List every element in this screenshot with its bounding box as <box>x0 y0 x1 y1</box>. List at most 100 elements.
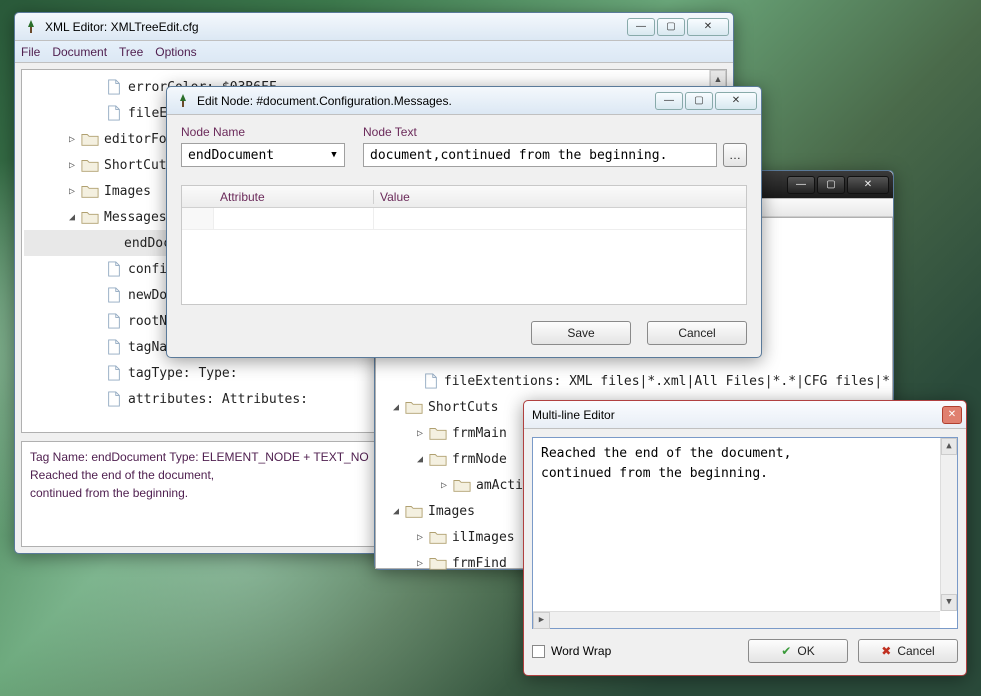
tree-label: Images <box>104 184 151 199</box>
tree-label: Images <box>428 504 475 519</box>
file-icon <box>104 390 124 408</box>
wordwrap-label: Word Wrap <box>551 644 611 658</box>
node-name-combo[interactable]: endDocument ▼ <box>181 143 345 167</box>
expander-icon[interactable] <box>90 107 102 119</box>
tree-label: tagType: Type: <box>128 366 238 381</box>
expander-icon[interactable] <box>90 263 102 275</box>
menu-tree[interactable]: Tree <box>119 45 143 59</box>
expander-icon[interactable]: ◢ <box>66 211 78 223</box>
expander-icon[interactable]: ◢ <box>390 505 402 517</box>
close-button[interactable]: ✕ <box>687 18 729 36</box>
tree-label: frmMain <box>452 426 507 441</box>
mle-title: Multi-line Editor <box>532 408 942 422</box>
save-button[interactable]: Save <box>531 321 631 345</box>
second-close-button[interactable]: ✕ <box>847 176 889 194</box>
node-name-value: endDocument <box>188 148 274 163</box>
edit-minimize-button[interactable]: — <box>655 92 683 110</box>
node-text-input[interactable]: document,continued from the beginning. <box>363 143 717 167</box>
expander-icon[interactable] <box>90 81 102 93</box>
multiline-editor-dialog: Multi-line Editor ✕ Reached the end of t… <box>523 400 967 676</box>
expander-icon[interactable] <box>90 367 102 379</box>
chevron-down-icon[interactable]: ▼ <box>326 146 342 164</box>
tree-label: frmNode <box>452 452 507 467</box>
expander-icon[interactable]: ◢ <box>414 453 426 465</box>
maximize-button[interactable]: ▢ <box>657 18 685 36</box>
wordwrap-checkbox[interactable]: Word Wrap <box>532 644 611 658</box>
minimize-button[interactable]: — <box>627 18 655 36</box>
expander-icon[interactable]: ▷ <box>414 557 426 569</box>
folder-icon <box>80 182 100 200</box>
cancel-button[interactable]: Cancel <box>647 321 747 345</box>
mle-scroll-right[interactable]: ▶ <box>533 612 550 629</box>
second-minimize-button[interactable]: — <box>787 176 815 194</box>
expander-icon[interactable]: ▷ <box>66 159 78 171</box>
expander-icon[interactable]: ▷ <box>66 185 78 197</box>
folder-icon <box>404 398 424 416</box>
tree-label: ShortCuts <box>104 158 174 173</box>
folder-icon <box>404 502 424 520</box>
ok-button[interactable]: ✔ OK <box>748 639 848 663</box>
file-icon <box>104 312 124 330</box>
expander-icon[interactable]: ▷ <box>414 427 426 439</box>
check-icon: ✔ <box>781 644 791 658</box>
main-titlebar[interactable]: XML Editor: XMLTreeEdit.cfg — ▢ ✕ <box>15 13 733 41</box>
folder-icon <box>428 450 448 468</box>
expander-icon[interactable] <box>90 341 102 353</box>
expander-icon[interactable]: ▷ <box>66 133 78 145</box>
expander-icon[interactable]: ▷ <box>414 531 426 543</box>
expander-icon[interactable] <box>90 393 102 405</box>
menu-options[interactable]: Options <box>155 45 196 59</box>
mle-line-2: continued from the beginning. <box>541 464 949 484</box>
mle-scroll-h[interactable]: ◀ ▶ <box>533 611 940 628</box>
mle-line-1: Reached the end of the document, <box>541 444 949 464</box>
mle-cancel-button[interactable]: ✖ Cancel <box>858 639 958 663</box>
second-maximize-button[interactable]: ▢ <box>817 176 845 194</box>
expander-icon[interactable] <box>90 315 102 327</box>
expander-icon[interactable]: ▷ <box>438 479 450 491</box>
folder-icon <box>80 130 100 148</box>
folder-icon <box>452 476 472 494</box>
folder-icon <box>428 554 448 572</box>
edit-maximize-button[interactable]: ▢ <box>685 92 713 110</box>
attr-row[interactable] <box>182 208 746 230</box>
mle-textarea[interactable]: Reached the end of the document, continu… <box>532 437 958 629</box>
tree-label: fileExtentions: XML files|*.xml|All File… <box>444 374 890 389</box>
edit-app-icon <box>175 93 191 109</box>
scroll-up[interactable]: ▲ <box>710 70 726 87</box>
node-name-label: Node Name <box>181 125 345 139</box>
tree-label: ilImages <box>452 530 515 545</box>
expand-text-button[interactable]: … <box>723 143 747 167</box>
mle-scroll-v[interactable]: ▲ ▼ <box>940 438 957 611</box>
node-text-value: document,continued from the beginning. <box>370 148 667 163</box>
menu-document[interactable]: Document <box>52 45 107 59</box>
menubar: File Document Tree Options <box>15 41 733 63</box>
file-icon <box>104 364 124 382</box>
edit-titlebar[interactable]: Edit Node: #document.Configuration.Messa… <box>167 87 761 115</box>
file-icon <box>422 372 440 390</box>
expander-icon[interactable] <box>414 375 420 387</box>
main-title: XML Editor: XMLTreeEdit.cfg <box>45 20 627 34</box>
file-icon <box>104 338 124 356</box>
tree-row[interactable]: fileExtentions: XML files|*.xml|All File… <box>378 368 890 394</box>
tree-label: Messages <box>104 210 167 225</box>
edit-close-button[interactable]: ✕ <box>715 92 757 110</box>
mle-scroll-up[interactable]: ▲ <box>941 438 957 455</box>
attribute-grid[interactable]: Attribute Value <box>181 185 747 305</box>
file-icon <box>104 286 124 304</box>
mle-close-button[interactable]: ✕ <box>942 406 962 424</box>
file-icon <box>104 78 124 96</box>
folder-icon <box>428 424 448 442</box>
file-icon <box>104 260 124 278</box>
file-icon <box>104 104 124 122</box>
folder-icon <box>428 528 448 546</box>
expander-icon[interactable] <box>90 289 102 301</box>
app-icon <box>23 19 39 35</box>
edit-title: Edit Node: #document.Configuration.Messa… <box>197 94 655 108</box>
menu-file[interactable]: File <box>21 45 40 59</box>
mle-scroll-down[interactable]: ▼ <box>941 594 957 611</box>
mle-titlebar[interactable]: Multi-line Editor ✕ <box>524 401 966 429</box>
folder-icon <box>80 156 100 174</box>
tree-label: ShortCuts <box>428 400 498 415</box>
expander-icon[interactable] <box>90 237 102 249</box>
expander-icon[interactable]: ◢ <box>390 401 402 413</box>
